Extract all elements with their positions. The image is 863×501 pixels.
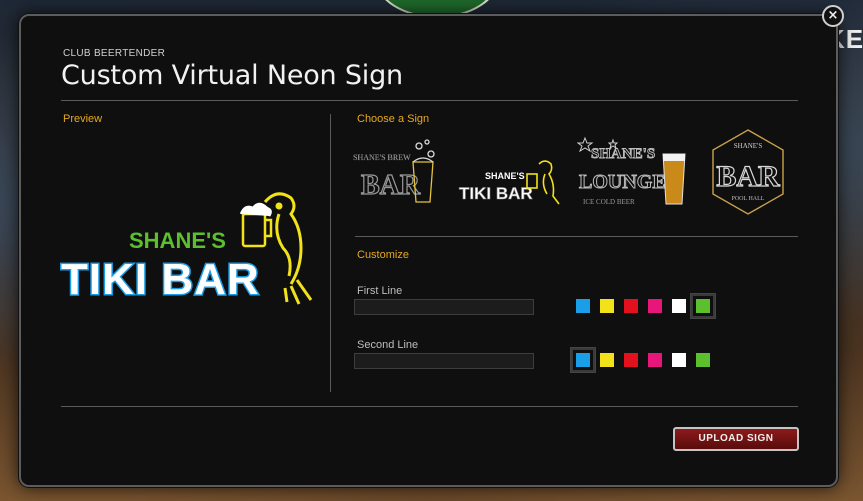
- first-line-color-picker: [576, 294, 720, 318]
- sign-option-pool-hall[interactable]: SHANE'S BAR POOL HALL: [709, 128, 787, 218]
- upload-sign-button[interactable]: UPLOAD SIGN: [673, 427, 799, 451]
- brew-bar-thumbnail: SHANE'S BREW BAR: [353, 139, 435, 203]
- pool-hall-line3: POOL HALL: [732, 196, 765, 202]
- second-line-color-picker: [571, 348, 720, 372]
- preview-line1: SHANE'S: [129, 228, 226, 253]
- first-line-color-swatch[interactable]: [648, 299, 662, 313]
- lounge-line1: SHANE'S: [591, 146, 655, 162]
- tiki-bar-line2: TIKI BAR: [459, 184, 533, 203]
- preview-label: Preview: [63, 113, 103, 125]
- dialog-title: Custom Virtual Neon Sign: [61, 60, 403, 91]
- first-line-color-swatch[interactable]: [600, 299, 614, 313]
- preview-beer-mug-icon: [239, 202, 273, 248]
- divider-bottom: [61, 406, 798, 407]
- divider-vertical: [330, 114, 331, 392]
- pool-hall-thumbnail: SHANE'S BAR POOL HALL: [712, 129, 784, 215]
- second-line-color-swatch[interactable]: [624, 353, 638, 367]
- lounge-line2: LOUNGE: [579, 171, 666, 193]
- second-line-color-swatch[interactable]: [571, 348, 595, 372]
- divider-top: [61, 100, 798, 101]
- second-line-color-swatch[interactable]: [648, 353, 662, 367]
- lounge-thumbnail: SHANE'S LOUNGE ICE COLD BEER: [576, 136, 686, 206]
- pool-hall-line1: SHANE'S: [734, 142, 763, 150]
- second-line-input[interactable]: [354, 353, 534, 369]
- divider-customize: [355, 236, 798, 237]
- pool-hall-line2: BAR: [716, 160, 780, 193]
- lounge-line3: ICE COLD BEER: [583, 198, 635, 206]
- second-line-color-swatch[interactable]: [696, 353, 710, 367]
- tiki-bar-line1: SHANE'S: [485, 171, 525, 181]
- close-button[interactable]: ×: [822, 5, 844, 27]
- tiki-bar-thumbnail: SHANE'S TIKI BAR: [459, 160, 560, 205]
- customize-label: Customize: [357, 249, 409, 261]
- first-line-color-swatch[interactable]: [576, 299, 590, 313]
- first-line-input[interactable]: [354, 299, 534, 315]
- second-line-label: Second Line: [357, 339, 419, 351]
- sign-option-tiki-bar[interactable]: SHANE'S TIKI BAR: [457, 154, 561, 206]
- second-line-color-swatch[interactable]: [672, 353, 686, 367]
- second-line-color-swatch[interactable]: [600, 353, 614, 367]
- sign-option-brew-bar[interactable]: SHANE'S BREW BAR: [351, 134, 443, 206]
- preview-tiki-bar-sign: SHANE'S TIKI BAR: [60, 192, 313, 306]
- first-line-color-swatch[interactable]: [672, 299, 686, 313]
- brew-bar-line1: SHANE'S BREW: [353, 153, 411, 162]
- lounge-beer-glass-icon: [662, 153, 686, 205]
- close-icon: ×: [827, 8, 839, 23]
- sign-preview: SHANE'S TIKI BAR: [59, 186, 315, 306]
- preview-line2: TIKI BAR: [61, 255, 260, 304]
- dialog-eyebrow: CLUB BEERTENDER: [63, 48, 166, 59]
- brew-bar-line2: BAR: [361, 170, 421, 201]
- preview-parrot-icon: [263, 192, 313, 305]
- neon-sign-dialog: CLUB BEERTENDER Custom Virtual Neon Sign…: [19, 14, 838, 487]
- first-line-label: First Line: [357, 285, 403, 297]
- sign-option-lounge[interactable]: SHANE'S LOUNGE ICE COLD BEER: [576, 136, 693, 210]
- first-line-color-swatch[interactable]: [624, 299, 638, 313]
- first-line-color-swatch[interactable]: [691, 294, 715, 318]
- choose-sign-label: Choose a Sign: [357, 113, 430, 125]
